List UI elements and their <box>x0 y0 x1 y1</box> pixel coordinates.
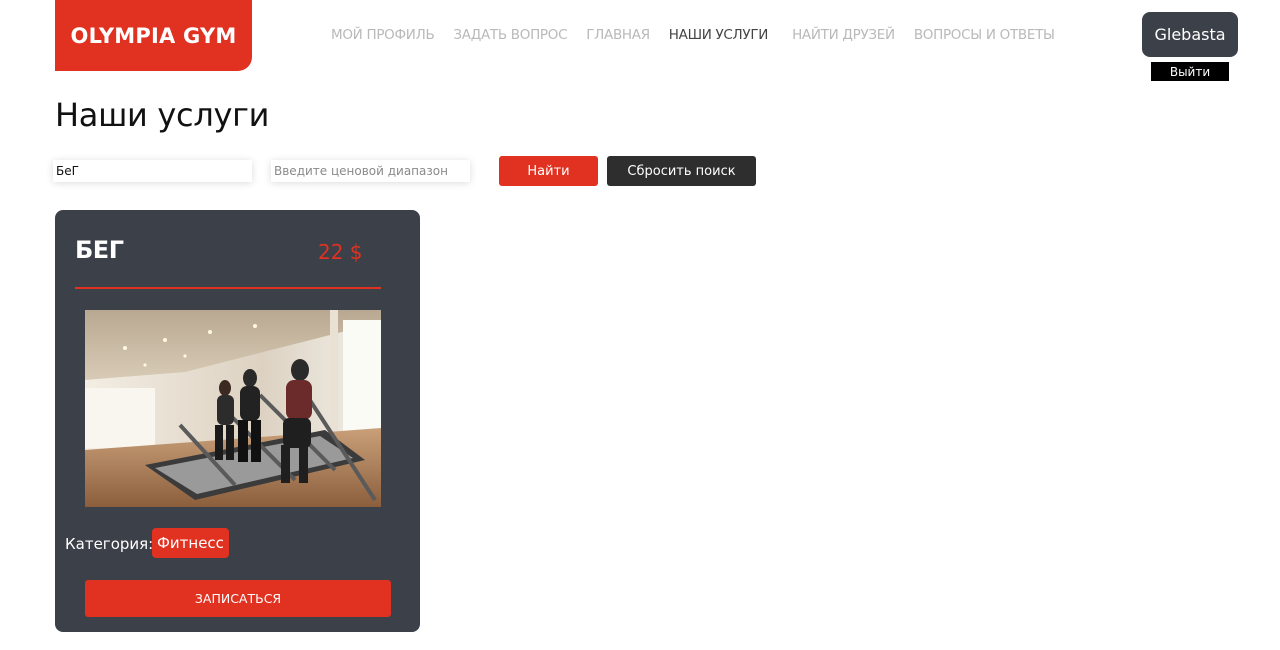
category-badge[interactable]: Фитнесс <box>152 528 229 558</box>
service-price: 22 $ <box>318 240 363 264</box>
page-title: Наши услуги <box>55 96 270 134</box>
nav-item-home[interactable]: ГЛАВНАЯ <box>586 27 650 43</box>
service-card: БЕГ 22 $ Категория: Фитнесс ЗАПИСАТЬСЯ <box>55 210 420 632</box>
treadmill-running-photo <box>85 310 381 507</box>
search-price-input[interactable] <box>271 160 470 182</box>
nav-item-profile[interactable]: МОЙ ПРОФИЛЬ <box>331 27 435 43</box>
logo[interactable]: OLYMPIA GYM <box>55 0 252 71</box>
card-divider <box>75 287 381 289</box>
nav-item-services[interactable]: НАШИ УСЛУГИ <box>669 27 769 43</box>
search-name-input[interactable] <box>53 160 252 182</box>
logout-button[interactable]: Выйти <box>1151 62 1229 81</box>
main-nav: МОЙ ПРОФИЛЬ ЗАДАТЬ ВОПРОС ГЛАВНАЯ НАШИ У… <box>331 27 1074 43</box>
category-label: Категория: <box>65 535 154 553</box>
enroll-button[interactable]: ЗАПИСАТЬСЯ <box>85 580 391 617</box>
reset-search-button[interactable]: Сбросить поиск <box>607 156 756 186</box>
nav-item-ask-question[interactable]: ЗАДАТЬ ВОПРОС <box>453 27 567 43</box>
find-button[interactable]: Найти <box>499 156 598 186</box>
nav-item-faq[interactable]: ВОПРОСЫ И ОТВЕТЫ <box>914 27 1055 43</box>
user-profile-button[interactable]: Glebasta <box>1142 12 1238 57</box>
nav-item-find-friends[interactable]: НАЙТИ ДРУЗЕЙ <box>792 27 895 43</box>
service-title: БЕГ <box>75 236 124 264</box>
